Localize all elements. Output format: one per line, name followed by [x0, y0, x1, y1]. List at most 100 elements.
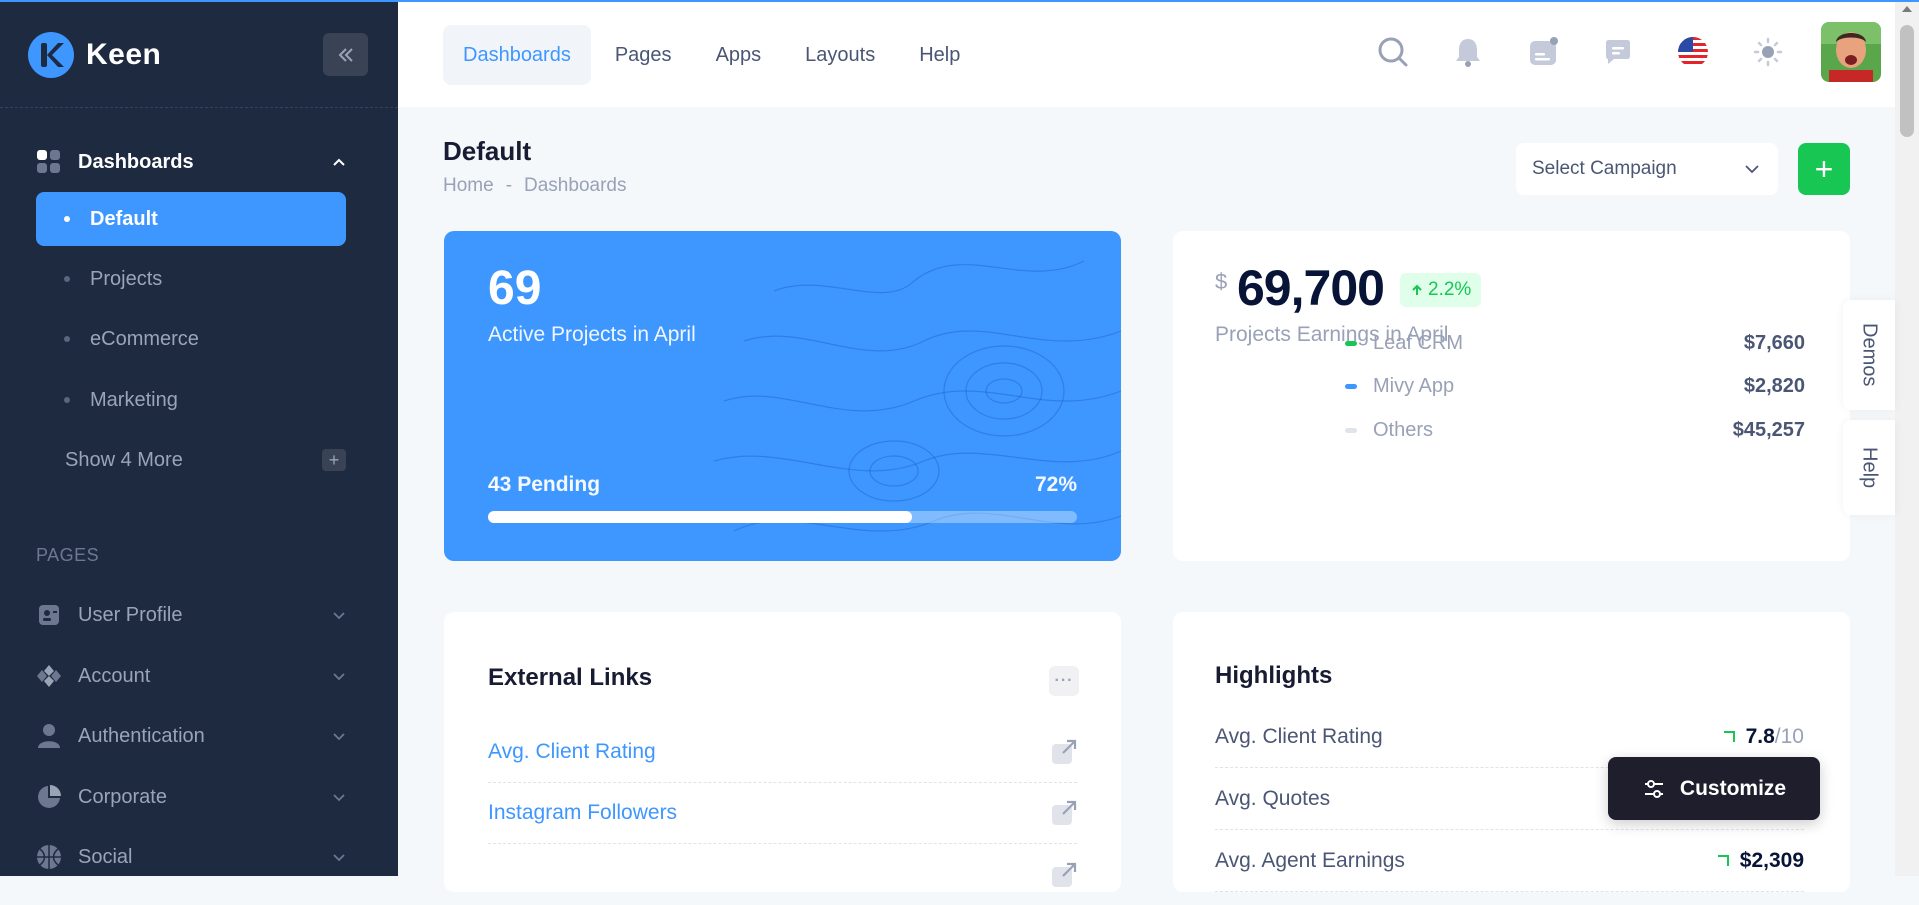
- avatar-image: [1821, 22, 1881, 82]
- external-link-icon[interactable]: [1051, 800, 1077, 826]
- theme-toggle-button[interactable]: [1746, 30, 1790, 74]
- search-button[interactable]: [1371, 30, 1415, 74]
- sidebar-item-corporate[interactable]: Corporate: [36, 771, 346, 823]
- customize-button[interactable]: Customize: [1608, 757, 1820, 820]
- progress-bar-fill: [488, 511, 913, 523]
- search-icon: [1378, 37, 1408, 67]
- bullet-icon: [64, 397, 70, 403]
- sidebar-item-label: User Profile: [78, 603, 183, 626]
- show-more-label: Show 4 More: [65, 448, 183, 471]
- earnings-change-value: 2.2%: [1428, 279, 1472, 300]
- chevron-down-icon: [333, 854, 345, 862]
- app-name: Keen: [86, 38, 162, 71]
- sidebar-subitem-label: Default: [90, 207, 158, 230]
- nav-help[interactable]: Help: [899, 25, 980, 85]
- earnings-row-amount: $7,660: [1743, 331, 1805, 354]
- top-header: Dashboards Pages Apps Layouts Help: [398, 2, 1895, 107]
- campaign-select[interactable]: Select Campaign: [1516, 143, 1778, 195]
- external-link-row[interactable]: Instagram Followers: [488, 783, 1077, 844]
- currency-symbol: $: [1215, 269, 1228, 294]
- page-title: Default: [443, 136, 532, 166]
- bullet-icon: [64, 276, 70, 282]
- external-link-label[interactable]: Avg. Client Rating: [488, 740, 656, 764]
- nav-apps[interactable]: Apps: [696, 25, 782, 85]
- active-projects-count: 69: [488, 262, 542, 315]
- earnings-amount: 69,700: [1237, 260, 1385, 316]
- earnings-row: Leaf CRM $7,660: [1345, 328, 1805, 358]
- highlight-label: Avg. Quotes: [1215, 786, 1331, 810]
- notifications-button[interactable]: [1446, 30, 1490, 74]
- external-link-row[interactable]: Avg. Client Rating: [488, 722, 1077, 783]
- language-button[interactable]: [1671, 30, 1715, 74]
- external-link-icon[interactable]: [1051, 862, 1077, 888]
- sidebar-subitem-label: eCommerce: [90, 327, 199, 350]
- sidebar-subitem-projects[interactable]: Projects: [36, 252, 346, 306]
- sidebar-item-authentication[interactable]: Authentication: [36, 710, 346, 762]
- pending-count: 43 Pending: [488, 473, 601, 496]
- account-diamonds-icon: [36, 663, 62, 689]
- arrow-up-right-icon: [1723, 730, 1735, 742]
- active-projects-card: 69 Active Projects in April 43 Pending 7…: [444, 231, 1121, 561]
- app-logo[interactable]: Keen: [28, 32, 161, 78]
- sidebar-item-label: Account: [78, 664, 151, 687]
- show-more-button[interactable]: Show 4 More +: [36, 433, 346, 487]
- message-card-icon: [1530, 37, 1558, 65]
- earnings-row-name: Leaf CRM: [1373, 331, 1464, 354]
- nav-pages[interactable]: Pages: [595, 25, 692, 85]
- scroll-up-icon[interactable]: [1902, 6, 1912, 12]
- nav-dashboards[interactable]: Dashboards: [443, 25, 591, 85]
- more-options-button[interactable]: ···: [1049, 666, 1079, 696]
- sliders-icon: [1644, 779, 1663, 798]
- activity-button[interactable]: [1521, 30, 1565, 74]
- profile-card-icon: [36, 602, 62, 628]
- scroll-thumb[interactable]: [1900, 25, 1914, 137]
- header-toolbar: [1371, 22, 1895, 82]
- highlight-label: Avg. Client Rating: [1215, 724, 1383, 748]
- chat-button[interactable]: [1596, 30, 1640, 74]
- breadcrumb: Home - Dashboards: [443, 175, 626, 197]
- demos-tab-label: Demos: [1858, 323, 1881, 387]
- add-button[interactable]: +: [1798, 143, 1850, 195]
- user-avatar[interactable]: [1821, 22, 1881, 82]
- arrow-up-icon: [1412, 284, 1422, 295]
- dashboard-grid-icon: [36, 149, 62, 175]
- bell-icon: [1456, 39, 1480, 67]
- help-tab[interactable]: Help: [1843, 420, 1895, 515]
- help-tab-label: Help: [1858, 446, 1881, 489]
- sidebar-subitem-marketing[interactable]: Marketing: [36, 373, 346, 427]
- highlight-row: Avg. Agent Earnings $2,309: [1215, 830, 1804, 892]
- progress-percent: 72%: [1034, 473, 1077, 496]
- sidebar-subitem-ecommerce[interactable]: eCommerce: [36, 312, 346, 366]
- sidebar-subitem-default[interactable]: Default: [36, 192, 346, 246]
- sidebar-item-dashboards[interactable]: Dashboards: [36, 136, 346, 188]
- nav-layouts[interactable]: Layouts: [785, 25, 895, 85]
- sidebar-item-account[interactable]: Account: [36, 650, 346, 702]
- campaign-select-value: Select Campaign: [1532, 158, 1677, 179]
- customize-label: Customize: [1679, 776, 1787, 800]
- demos-tab[interactable]: Demos: [1843, 300, 1895, 410]
- external-link-icon[interactable]: [1051, 739, 1077, 765]
- highlight-value: $2,309: [1716, 849, 1804, 873]
- legend-bullet: [1345, 340, 1357, 346]
- card-title: External Links: [488, 664, 653, 691]
- chat-icon: [1606, 40, 1630, 64]
- progress-bar: [488, 511, 1077, 523]
- external-link-label[interactable]: Instagram Followers: [488, 801, 677, 825]
- chevron-down-icon: [1745, 165, 1759, 174]
- breadcrumb-home[interactable]: Home: [443, 175, 494, 197]
- keen-logo-icon: [28, 32, 74, 78]
- projects-earnings-card: $ 69,700 2.2% Projects Earnings in April…: [1173, 231, 1850, 561]
- sidebar-item-label: Corporate: [78, 785, 167, 808]
- card-title: Highlights: [1215, 662, 1333, 689]
- page-scrollbar[interactable]: [1895, 0, 1919, 876]
- chevron-down-icon: [333, 794, 345, 802]
- sidebar-item-label: Dashboards: [78, 150, 194, 173]
- external-link-row[interactable]: [488, 844, 1077, 905]
- plus-icon: +: [322, 449, 346, 471]
- earnings-row-name: Mivy App: [1373, 374, 1455, 397]
- sidebar-collapse-button[interactable]: [323, 33, 368, 76]
- chevron-down-icon: [333, 733, 345, 741]
- sidebar-item-user-profile[interactable]: User Profile: [36, 589, 346, 641]
- sidebar-item-social[interactable]: Social: [36, 831, 346, 876]
- double-chevron-left-icon: [338, 47, 353, 62]
